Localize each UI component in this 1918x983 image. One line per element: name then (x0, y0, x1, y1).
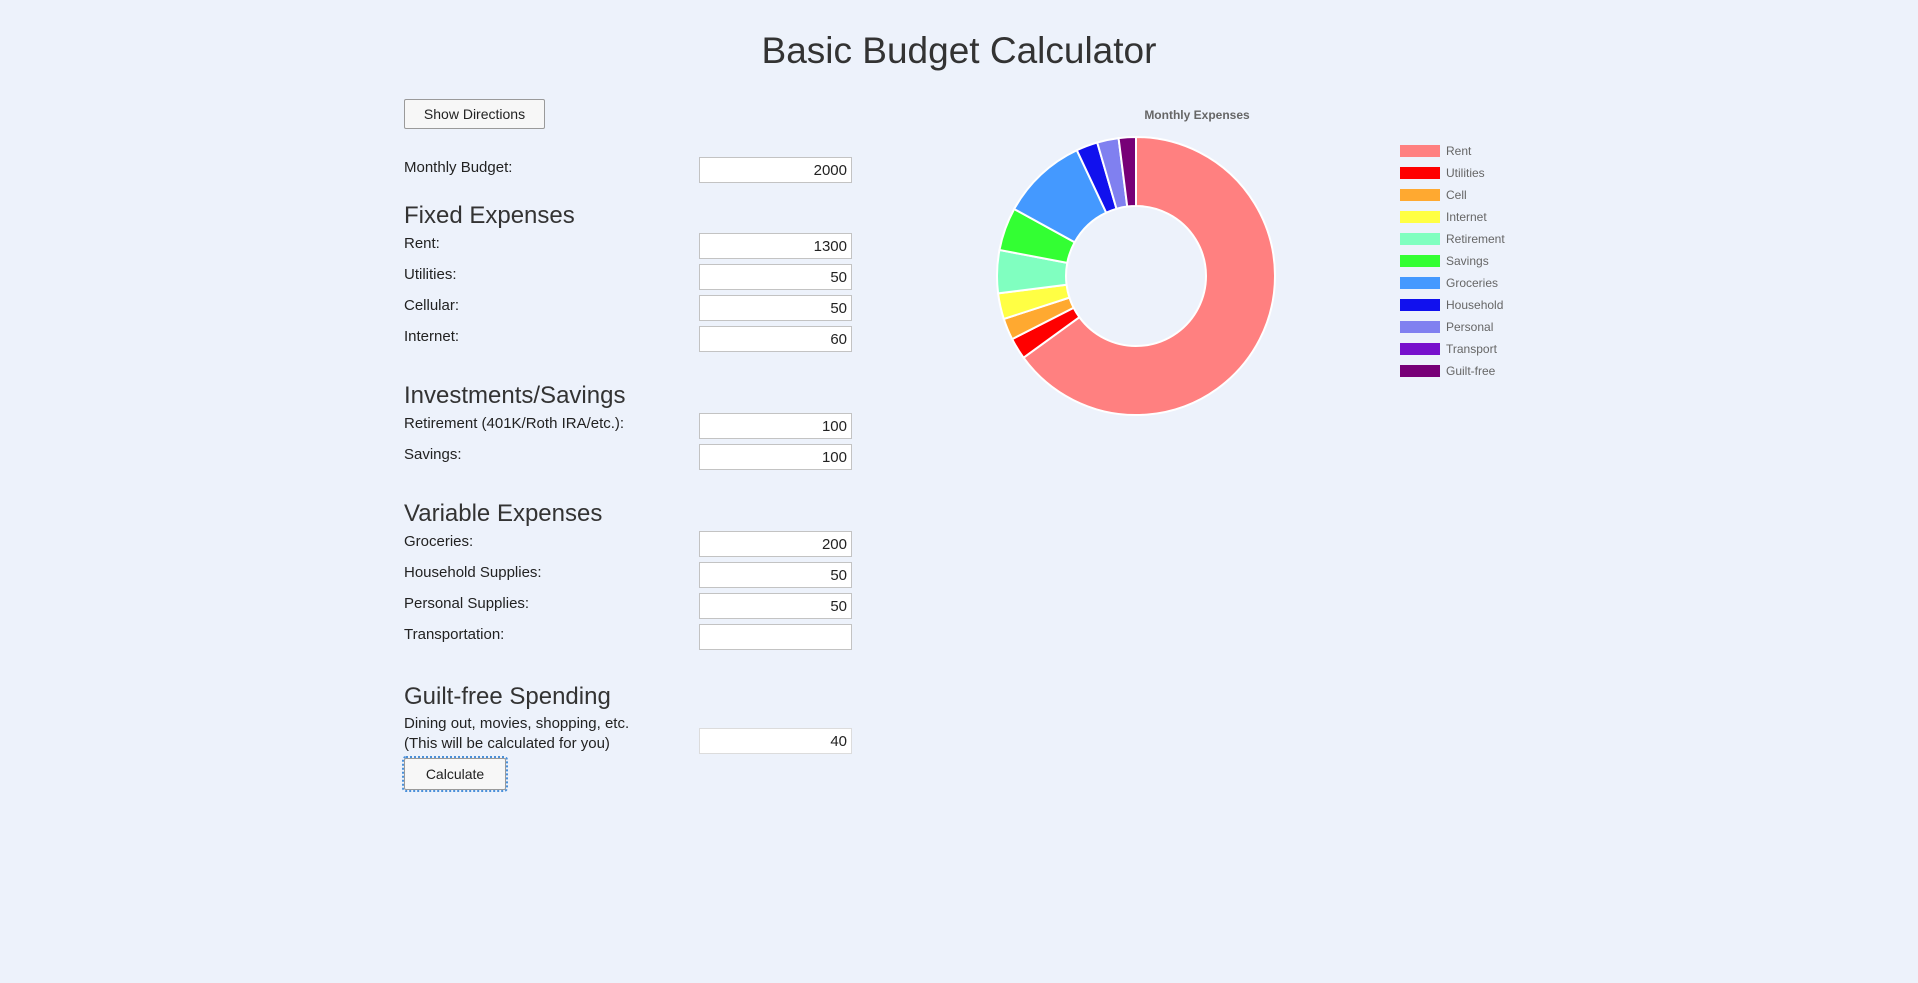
groceries-row: Groceries: (404, 531, 852, 562)
variable-expenses-heading: Variable Expenses (404, 500, 603, 527)
legend-label: Groceries (1446, 276, 1499, 290)
household-input[interactable] (699, 562, 852, 588)
legend-item-guilt-free[interactable]: Guilt-free (1400, 360, 1505, 382)
rent-label: Rent: (404, 235, 440, 252)
legend-item-internet[interactable]: Internet (1400, 206, 1505, 228)
legend-label: Transport (1446, 342, 1497, 356)
cellular-row: Cellular: (404, 295, 852, 326)
household-label: Household Supplies: (404, 564, 542, 581)
legend-label: Internet (1446, 210, 1487, 224)
internet-row: Internet: (404, 326, 852, 357)
legend-swatch (1400, 277, 1440, 289)
legend-label: Retirement (1446, 232, 1505, 246)
page-title: Basic Budget Calculator (761, 30, 1157, 71)
legend-label: Utilities (1446, 166, 1485, 180)
utilities-label: Utilities: (404, 266, 457, 283)
monthly-expenses-chart: Monthly Expenses Rent Utilities Cell Intern… (960, 100, 1520, 430)
personal-input[interactable] (699, 593, 852, 619)
legend-swatch (1400, 321, 1440, 333)
legend-item-cell[interactable]: Cell (1400, 184, 1505, 206)
household-row: Household Supplies: (404, 562, 852, 593)
transportation-row: Transportation: (404, 624, 852, 655)
guilt-free-row: Dining out, movies, shopping, etc. (This… (404, 714, 852, 758)
guilt-free-heading: Guilt-free Spending (404, 683, 611, 710)
legend-swatch (1400, 145, 1440, 157)
retirement-input[interactable] (699, 413, 852, 439)
personal-label: Personal Supplies: (404, 595, 530, 612)
cellular-input[interactable] (699, 295, 852, 321)
legend-item-savings[interactable]: Savings (1400, 250, 1505, 272)
legend-item-retirement[interactable]: Retirement (1400, 228, 1505, 250)
groceries-input[interactable] (699, 531, 852, 557)
internet-label: Internet: (404, 328, 460, 345)
monthly-budget-input[interactable] (699, 157, 852, 183)
legend-item-rent[interactable]: Rent (1400, 140, 1505, 162)
legend-swatch (1400, 189, 1440, 201)
legend-swatch (1400, 343, 1440, 355)
legend-item-transport[interactable]: Transport (1400, 338, 1505, 360)
groceries-label: Groceries: (404, 533, 474, 550)
legend-label: Household (1446, 298, 1504, 312)
transportation-input[interactable] (699, 624, 852, 650)
cellular-label: Cellular: (404, 297, 460, 314)
legend-swatch (1400, 255, 1440, 267)
monthly-budget-label: Monthly Budget: (404, 159, 513, 176)
show-directions-button[interactable]: Show Directions (404, 99, 545, 129)
legend-swatch (1400, 365, 1440, 377)
guilt-free-label: Dining out, movies, shopping, etc. (This… (404, 714, 629, 754)
savings-label: Savings: (404, 446, 462, 463)
chart-legend: Rent Utilities Cell Internet Retirement Savin… (1400, 140, 1505, 382)
legend-swatch (1400, 299, 1440, 311)
guilt-free-input[interactable] (699, 728, 852, 754)
savings-row: Savings: (404, 444, 852, 475)
transportation-label: Transportation: (404, 626, 505, 643)
legend-item-groceries[interactable]: Groceries (1400, 272, 1505, 294)
guilt-free-label-line1: Dining out, movies, shopping, etc. (404, 715, 630, 732)
legend-swatch (1400, 233, 1440, 245)
internet-input[interactable] (699, 326, 852, 352)
legend-item-utilities[interactable]: Utilities (1400, 162, 1505, 184)
retirement-row: Retirement (401K/Roth IRA/etc.): (404, 413, 852, 444)
legend-label: Guilt-free (1446, 364, 1496, 378)
personal-row: Personal Supplies: (404, 593, 852, 624)
retirement-label: Retirement (401K/Roth IRA/etc.): (404, 415, 625, 432)
savings-input[interactable] (699, 444, 852, 470)
legend-label: Cell (1446, 188, 1467, 202)
legend-item-household[interactable]: Household (1400, 294, 1505, 316)
legend-label: Personal (1446, 320, 1494, 334)
legend-label: Savings (1446, 254, 1489, 268)
rent-row: Rent: (404, 233, 852, 264)
chart-title: Monthly Expenses (1144, 108, 1250, 122)
utilities-input[interactable] (699, 264, 852, 290)
utilities-row: Utilities: (404, 264, 852, 295)
monthly-budget-row: Monthly Budget: (404, 157, 852, 188)
legend-label: Rent (1446, 144, 1472, 158)
legend-swatch (1400, 211, 1440, 223)
fixed-expenses-heading: Fixed Expenses (404, 202, 575, 229)
calculate-button[interactable]: Calculate (402, 756, 508, 792)
legend-item-personal[interactable]: Personal (1400, 316, 1505, 338)
legend-swatch (1400, 167, 1440, 179)
guilt-free-label-line2: (This will be calculated for you) (404, 735, 610, 752)
investments-heading: Investments/Savings (404, 382, 626, 409)
budget-form: Show Directions Monthly Budget: Fixed Ex… (402, 99, 852, 792)
doughnut-chart (996, 135, 1276, 416)
rent-input[interactable] (699, 233, 852, 259)
